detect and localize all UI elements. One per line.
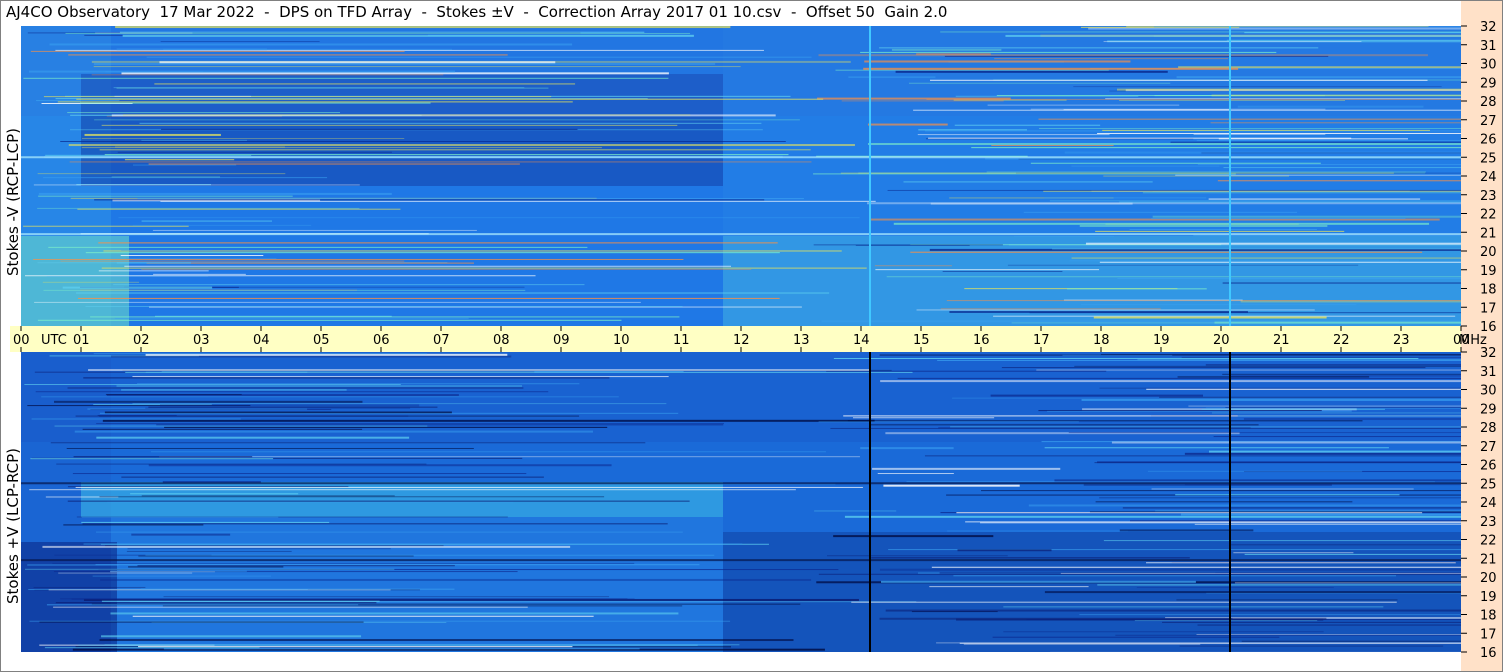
- y-tick-label: 26: [1480, 459, 1497, 474]
- y-tick-label: 27: [1480, 114, 1497, 129]
- x-tick-label: 21: [1273, 333, 1290, 348]
- y-tick-label: 31: [1480, 39, 1497, 54]
- x-tick-label: 19: [1153, 333, 1170, 348]
- y-tick-label: 21: [1480, 552, 1497, 567]
- x-tick-label: 02: [133, 333, 150, 348]
- y-tick-label: 18: [1480, 609, 1497, 624]
- x-tick-label: 14: [853, 333, 870, 348]
- x-tick-label: 05: [313, 333, 330, 348]
- y-tick-label: 22: [1480, 534, 1497, 549]
- axis-overlay: 00 01 02 03 04 05 06 07 08 09 10 11 12 13 14 15 16 17 18 19…: [0, 0, 1503, 672]
- x-tick-label: 00: [13, 333, 30, 348]
- x-tick-label: 16: [973, 333, 990, 348]
- x-tick-label: 07: [433, 333, 450, 348]
- y-tick-label: 19: [1480, 264, 1497, 279]
- y-tick-label: 27: [1480, 440, 1497, 455]
- y-tick-label: 30: [1480, 384, 1497, 399]
- y-tick-label: 25: [1480, 477, 1497, 492]
- x-tick-label: 13: [793, 333, 810, 348]
- x-tick-label: 12: [733, 333, 750, 348]
- y-tick-label: 25: [1480, 151, 1497, 166]
- x-tick-label: 03: [193, 333, 210, 348]
- y-tick-label: 17: [1480, 627, 1497, 642]
- y-tick-label: 24: [1480, 496, 1497, 511]
- y-tick-label: 28: [1480, 421, 1497, 436]
- y-axis-unit: MHz: [1459, 333, 1487, 348]
- y-tick-label: 22: [1480, 208, 1497, 223]
- y-tick-label: 19: [1480, 590, 1497, 605]
- y-tick-label: 30: [1480, 58, 1497, 73]
- y-tick-label: 17: [1480, 301, 1497, 316]
- x-tick-label: 01: [73, 333, 90, 348]
- y-tick-label: 23: [1480, 189, 1497, 204]
- y-tick-label: 18: [1480, 283, 1497, 298]
- x-tick-label: 23: [1393, 333, 1410, 348]
- y-tick-label: 32: [1480, 346, 1497, 361]
- y-tick-label: 28: [1480, 95, 1497, 110]
- y-tick-label: 26: [1480, 133, 1497, 148]
- y-tick-label: 20: [1480, 245, 1497, 260]
- x-tick-label: 18: [1093, 333, 1110, 348]
- x-tick-label: 17: [1033, 333, 1050, 348]
- x-axis-unit: UTC: [41, 333, 67, 348]
- x-tick-label: 08: [493, 333, 510, 348]
- x-tick-label: 09: [553, 333, 570, 348]
- x-tick-label: 15: [913, 333, 930, 348]
- y-tick-label: 20: [1480, 571, 1497, 586]
- y-tick-label: 29: [1480, 76, 1497, 91]
- x-tick-label: 11: [673, 333, 690, 348]
- x-tick-label: 10: [613, 333, 630, 348]
- y-tick-label: 23: [1480, 515, 1497, 530]
- y-tick-label: 32: [1480, 20, 1497, 35]
- y-tick-label: 24: [1480, 170, 1497, 185]
- x-tick-label: 04: [253, 333, 270, 348]
- y-tick-label: 21: [1480, 226, 1497, 241]
- y-tick-label: 31: [1480, 365, 1497, 380]
- y-tick-label: 29: [1480, 402, 1497, 417]
- x-tick-label: 20: [1213, 333, 1230, 348]
- x-tick-label: 06: [373, 333, 390, 348]
- x-tick-label: 22: [1333, 333, 1350, 348]
- y-tick-label: 16: [1480, 646, 1497, 661]
